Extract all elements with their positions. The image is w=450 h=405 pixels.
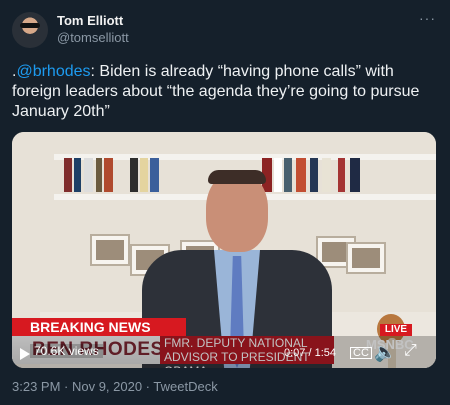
book bbox=[84, 158, 93, 192]
play-icon[interactable] bbox=[20, 348, 30, 360]
fullscreen-icon[interactable]: ⤢ bbox=[404, 342, 417, 360]
book bbox=[64, 158, 72, 192]
avatar[interactable] bbox=[12, 12, 48, 48]
username-handle[interactable]: @tomselliott bbox=[57, 30, 129, 45]
live-badge: LIVE bbox=[380, 324, 412, 336]
book bbox=[96, 158, 102, 192]
book bbox=[74, 158, 81, 192]
playback-time: 0:07 / 1:54 bbox=[284, 347, 336, 359]
tweet-card: Tom Elliott @tomselliott ··· .@brhodes: … bbox=[0, 0, 450, 405]
view-count: 70.6K views bbox=[30, 344, 103, 358]
picture-frame bbox=[346, 242, 386, 274]
display-name[interactable]: Tom Elliott bbox=[57, 13, 123, 28]
book bbox=[350, 158, 360, 192]
video-player[interactable]: BREAKING NEWS BEN RHODES FMR. DEPUTY NAT… bbox=[12, 132, 436, 368]
more-options-icon[interactable]: ··· bbox=[419, 10, 436, 26]
speaker-hair bbox=[208, 170, 266, 184]
tweet-metadata[interactable]: 3:23 PM · Nov 9, 2020 · TweetDeck bbox=[12, 379, 218, 394]
book bbox=[130, 158, 138, 192]
speaker-head bbox=[206, 172, 268, 252]
book bbox=[104, 158, 113, 192]
volume-icon[interactable]: 🔈 bbox=[374, 342, 396, 363]
tweet-text: .@brhodes: Biden is already “having phon… bbox=[12, 62, 432, 122]
captions-button[interactable]: CC bbox=[350, 347, 372, 359]
breaking-news-banner: BREAKING NEWS bbox=[12, 318, 186, 336]
picture-frame bbox=[90, 234, 130, 266]
book bbox=[338, 158, 345, 192]
mention-link[interactable]: @brhodes bbox=[16, 63, 90, 80]
